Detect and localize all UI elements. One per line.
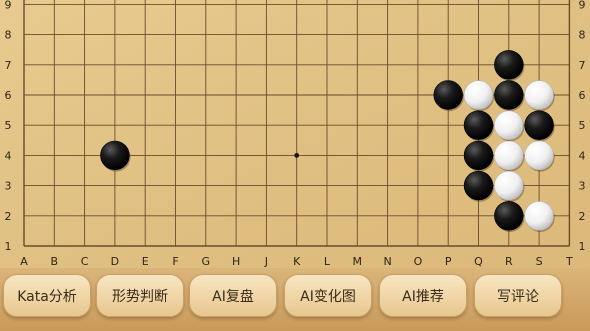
column-label: O (414, 255, 423, 268)
column-label: P (445, 255, 452, 268)
column-label: S (536, 255, 543, 268)
ai-variation-button[interactable]: AI变化图 (284, 274, 372, 317)
kata-analysis-button[interactable]: Kata分析 (3, 274, 91, 317)
column-label: C (81, 255, 89, 268)
row-label: 9 (5, 0, 12, 11)
row-label: 2 (579, 210, 586, 223)
row-label: 9 (579, 0, 586, 11)
column-label: K (293, 255, 301, 268)
row-label: 5 (579, 119, 586, 132)
row-label: 2 (5, 210, 12, 223)
column-label: E (142, 255, 149, 268)
column-label: G (202, 255, 211, 268)
star-points (294, 153, 300, 158)
column-label: T (565, 255, 573, 268)
column-label: N (383, 255, 391, 268)
row-label: 8 (579, 29, 586, 42)
row-label: 3 (579, 180, 586, 193)
row-label: 6 (579, 89, 586, 102)
column-label: D (111, 255, 119, 268)
write-comment-button[interactable]: 写评论 (474, 274, 562, 317)
ai-recommend-button[interactable]: AI推荐 (379, 274, 467, 317)
row-label: 1 (579, 240, 586, 253)
row-label: 7 (5, 59, 12, 72)
row-label: 1 (5, 240, 12, 253)
column-label: L (324, 255, 331, 268)
go-board[interactable]: A B C D E F G H J K L M N O P Q R S T1 12 23 34 45 56 67 78 89 9 (0, 0, 590, 268)
row-label: 8 (5, 29, 12, 42)
column-label: J (264, 255, 268, 268)
row-label: 4 (579, 149, 586, 162)
ai-review-button[interactable]: AI复盘 (189, 274, 277, 317)
row-label: 6 (5, 89, 12, 102)
bottom-toolbar: Kata分析 形势判断 AI复盘 AI变化图 AI推荐 写评论 (0, 268, 590, 331)
column-label: F (172, 255, 178, 268)
column-label: Q (474, 255, 483, 268)
star-point (294, 153, 300, 158)
row-label: 3 (5, 180, 12, 193)
column-label: M (353, 255, 363, 268)
column-label: A (20, 255, 28, 268)
row-label: 5 (5, 119, 12, 132)
position-judgment-button[interactable]: 形势判断 (96, 274, 184, 317)
row-label: 7 (579, 59, 586, 72)
column-label: H (232, 255, 240, 268)
column-label: B (51, 255, 59, 268)
column-label: R (505, 255, 513, 268)
row-label: 4 (5, 149, 12, 162)
